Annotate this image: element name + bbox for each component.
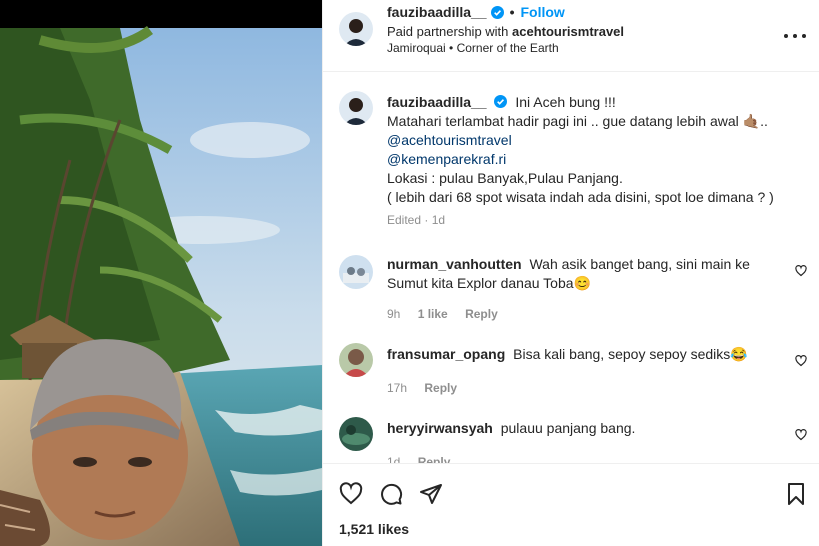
comment-like-icon[interactable] (795, 355, 807, 367)
comment-like-icon[interactable] (795, 265, 807, 277)
caption-username[interactable]: fauzibaadilla__ (387, 94, 487, 110)
reply-button[interactable]: Reply (418, 455, 451, 463)
comment-likes[interactable]: 1 like (418, 307, 448, 321)
author-username[interactable]: fauzibaadilla__ (387, 4, 487, 20)
comment-username[interactable]: nurman_vanhoutten (387, 256, 522, 272)
post-caption: fauzibaadilla__ Ini Aceh bung !!! Mataha… (387, 93, 807, 207)
reply-button[interactable]: Reply (465, 307, 498, 321)
caption-text-line: ( lebih dari 68 spot wisata indah ada di… (387, 189, 774, 205)
comment-text: Bisa kali bang, sepoy sepoy sediks😂 (513, 346, 748, 362)
partnership-prefix: Paid partnership with (387, 24, 509, 39)
comment-icon[interactable] (379, 482, 403, 506)
comment-username[interactable]: heryyirwansyah (387, 420, 493, 436)
caption-text-line: Ini Aceh bung !!! (515, 94, 616, 110)
paid-partnership: Paid partnership with acehtourismtravel (387, 24, 624, 39)
more-dot-icon (784, 34, 788, 38)
mention-link[interactable]: @kemenparekraf.ri (387, 150, 807, 169)
audio-location[interactable]: Jamiroquai • Corner of the Earth (387, 41, 559, 55)
caption-first-line: fauzibaadilla__ Ini Aceh bung !!! (387, 93, 807, 112)
comment-text: pulauu panjang bang. (500, 420, 636, 436)
verified-icon (494, 95, 508, 108)
comment-body: heryyirwansyah pulauu panjang bang. (387, 419, 787, 438)
bookmark-icon[interactable] (784, 482, 808, 506)
comment-meta: 1d Reply (387, 455, 450, 463)
comment-like-icon[interactable] (795, 429, 807, 441)
comment-meta: 17h Reply (387, 381, 457, 395)
caption-meta: Edited · 1d (387, 213, 446, 227)
caption-text-line: Lokasi : pulau Banyak,Pulau Panjang. (387, 170, 623, 186)
separator-dot: • (509, 4, 515, 20)
comment-time: 1d (387, 455, 401, 463)
reply-button[interactable]: Reply (424, 381, 457, 395)
partner-link[interactable]: acehtourismtravel (512, 24, 624, 39)
comment-body: fransumar_opang Bisa kali bang, sepoy se… (387, 345, 787, 364)
comments-scroll-area[interactable]: fauzibaadilla__ Ini Aceh bung !!! Mataha… (323, 73, 819, 463)
caption-avatar[interactable] (339, 91, 373, 125)
comment-meta: 9h 1 like Reply (387, 307, 498, 321)
author-row: fauzibaadilla__ • Follow (387, 4, 565, 20)
paper-plane-icon[interactable] (419, 482, 443, 506)
comment-username[interactable]: fransumar_opang (387, 346, 505, 362)
verified-icon (490, 5, 504, 19)
more-options-button[interactable] (784, 28, 806, 44)
heart-icon[interactable] (339, 482, 363, 506)
commenter-avatar[interactable] (339, 417, 373, 451)
more-dot-icon (793, 34, 797, 38)
post-actions: 1,521 likes (323, 463, 819, 546)
caption-text-line: Matahari terlambat hadir pagi ini .. gue… (387, 113, 768, 129)
author-avatar[interactable] (339, 12, 373, 46)
more-dot-icon (802, 34, 806, 38)
commenter-avatar[interactable] (339, 255, 373, 289)
likes-count[interactable]: 1,521 likes (339, 521, 409, 537)
comment-time: 9h (387, 307, 401, 321)
mention-link[interactable]: @acehtourismtravel (387, 131, 807, 150)
comment-body: nurman_vanhoutten Wah asik banget bang, … (387, 255, 787, 293)
post-photo (0, 0, 322, 546)
follow-button[interactable]: Follow (521, 4, 565, 20)
post-header: fauzibaadilla__ • Follow Paid partnershi… (323, 0, 819, 72)
post-panel: fauzibaadilla__ • Follow Paid partnershi… (322, 0, 819, 546)
commenter-avatar[interactable] (339, 343, 373, 377)
comment-time: 17h (387, 381, 408, 395)
post-media[interactable] (0, 0, 322, 546)
